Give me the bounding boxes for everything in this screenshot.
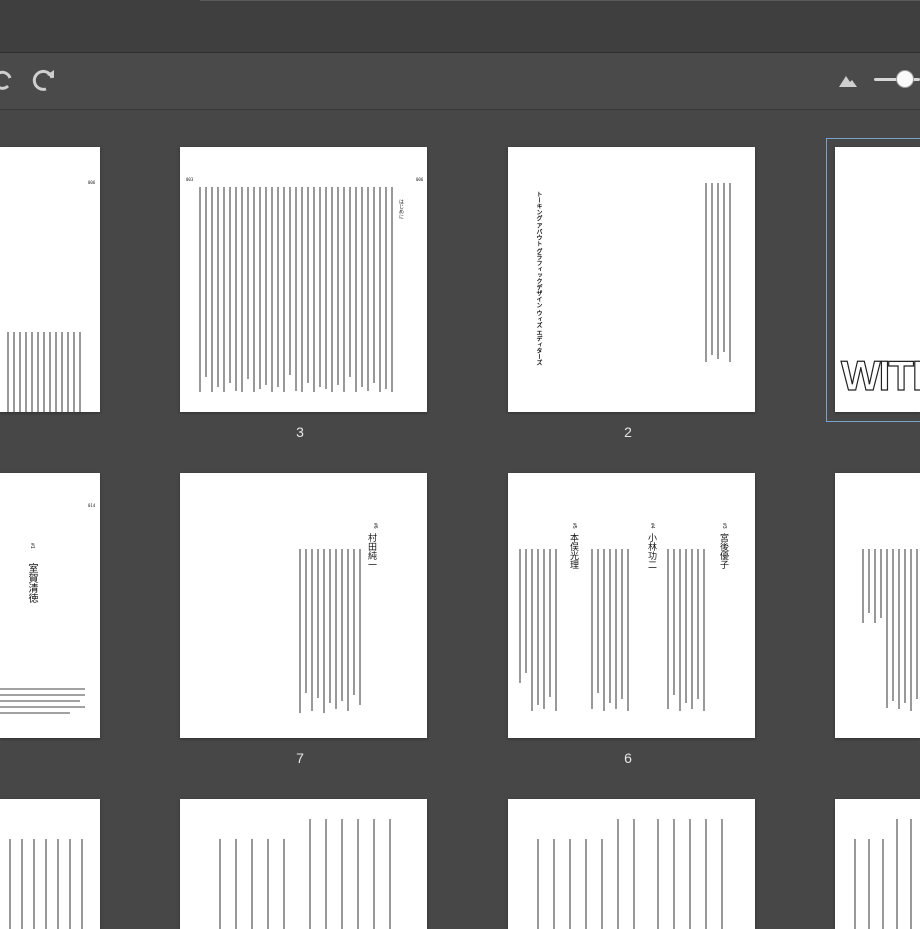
page-folio: 006 <box>416 177 424 182</box>
toolbar <box>0 53 920 110</box>
page-thumb-8-partial[interactable]: 014 #1 室賀清徳 <box>0 473 100 738</box>
vertical-text-lines <box>519 549 705 711</box>
page-thumb-cover[interactable]: WITH <box>835 147 920 412</box>
vertical-text-lines <box>854 819 912 929</box>
vertical-text-lines <box>9 839 83 929</box>
page-folio: 003 <box>186 177 194 182</box>
window-title-bar <box>0 0 920 53</box>
page-number-7: 7 <box>296 750 304 766</box>
page-thumb-2[interactable]: トーキング アバウト グラフィックデザイン ウィズ エディターズ <box>508 147 755 412</box>
vertical-text-lines <box>219 819 391 929</box>
vertical-text-lines <box>299 549 361 713</box>
page-thumb-3[interactable]: 003 006 はじめに <box>180 147 427 412</box>
vertical-text-lines <box>862 549 918 711</box>
mountain-small-icon[interactable] <box>838 70 866 98</box>
page-number-2: 2 <box>624 424 632 440</box>
redo-icon[interactable] <box>30 66 58 94</box>
horizontal-text-lines <box>0 688 85 714</box>
page-thumb-row3-b[interactable] <box>180 799 427 929</box>
cover-with-text: WITH <box>840 351 920 399</box>
page-thumb-row3-d[interactable] <box>835 799 920 929</box>
title-bar-seam <box>200 0 920 1</box>
vertical-text-lines <box>705 183 731 362</box>
vertical-text-lines <box>199 187 393 392</box>
page-thumb-left-partial[interactable] <box>0 147 100 412</box>
vertical-text-lines <box>7 332 81 412</box>
page-thumb-5-partial[interactable] <box>835 473 920 738</box>
zoom-slider-thumb[interactable] <box>896 70 914 88</box>
page-number-6: 6 <box>624 750 632 766</box>
page-thumb-7[interactable]: #6 村田純一 <box>180 473 427 738</box>
page-heading: はじめに <box>398 199 404 219</box>
book-title-vertical: トーキング アバウト グラフィックデザイン ウィズ エディターズ <box>535 191 541 366</box>
page-number-3: 3 <box>296 424 304 440</box>
vertical-text-lines <box>537 819 723 929</box>
page-folio: 006 <box>88 180 96 185</box>
page-thumb-row3-a[interactable] <box>0 799 100 929</box>
page-thumb-row3-c[interactable] <box>508 799 755 929</box>
undo-icon[interactable] <box>0 66 16 94</box>
page-thumb-6[interactable]: #3 宮後優子 #4 小林功二 #5 本俣光理 <box>508 473 755 738</box>
